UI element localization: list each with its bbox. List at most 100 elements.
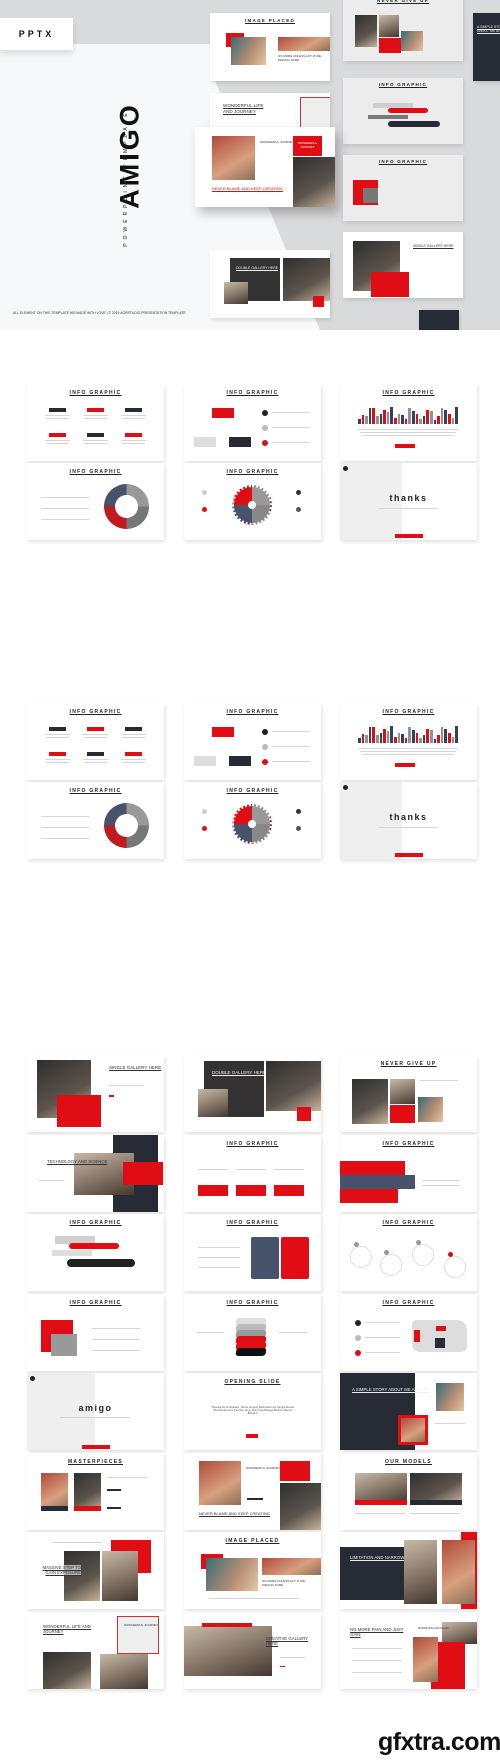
timeline-bar (340, 1160, 405, 1175)
slide-11: INFO GRAPHIC (340, 1293, 477, 1371)
label-bar (410, 1499, 462, 1505)
preview-never-give-up: NEVER GIVE UP (343, 0, 463, 61)
preview-image-placed: IMAGE PLACED NO MORE UNLESS ACT IZ WE MA… (210, 13, 330, 81)
red-badge (297, 1107, 311, 1121)
preview-infographic-layers: INFO GRAPHIC (343, 78, 463, 144)
bullet-icon (262, 440, 268, 446)
bar (376, 416, 379, 424)
bar (394, 417, 397, 424)
slide-title: INFO GRAPHIC (69, 709, 122, 715)
bar (383, 409, 386, 424)
photo (442, 1540, 475, 1604)
bar (433, 420, 437, 424)
bar (372, 408, 375, 424)
text-line (84, 418, 107, 419)
bullet-icon (262, 425, 268, 431)
red-block (379, 38, 401, 53)
dash (109, 1095, 114, 1097)
slide-7: INFO GRAPHIC (184, 1214, 321, 1291)
bar (361, 733, 365, 743)
bar (451, 736, 455, 743)
slide-20: LIMITATION AND NARROW ANGLE (340, 1532, 477, 1609)
text-line (352, 1671, 402, 1673)
side-title: WONDERFUL JOURNEY (246, 1465, 281, 1470)
bar (412, 730, 415, 743)
text-line (92, 1349, 140, 1351)
photo (401, 31, 423, 51)
slide-options-tree: INFO GRAPHIC (184, 703, 321, 780)
bar (419, 737, 422, 743)
bar (444, 728, 447, 743)
slide-puzzle-ring: INFO GRAPHIC (27, 782, 164, 859)
text-line (41, 838, 89, 839)
photo (442, 1621, 477, 1644)
text-line (83, 734, 108, 735)
option-label (87, 433, 104, 437)
text-line (236, 1168, 266, 1170)
side-title: WONDERFUL JOURNEY (124, 1622, 159, 1627)
slide-gear: INFO GRAPHIC (184, 782, 321, 859)
text-line (378, 827, 438, 828)
red-badge (123, 1161, 163, 1185)
photo (102, 1551, 138, 1601)
preview-infographic-cube: INFO GRAPHIC (343, 155, 463, 221)
photo (401, 1418, 425, 1442)
bar (408, 408, 411, 424)
text-line (121, 759, 146, 760)
red-badge (57, 1095, 101, 1127)
bar (455, 407, 458, 424)
bar (437, 416, 440, 424)
slide-17: OUR MODELS (340, 1452, 477, 1530)
text-line (352, 1647, 402, 1649)
button (107, 1506, 121, 1509)
icon (202, 507, 207, 512)
bar (412, 411, 415, 424)
slide-title: INFO GRAPHIC (69, 788, 122, 794)
text-line (365, 1351, 400, 1353)
slide-title: WONDERFUL LIFE AND JOURNEY (43, 1623, 91, 1634)
text-line (272, 746, 310, 747)
bar (426, 728, 429, 743)
gear-hole (248, 820, 256, 828)
text-line (84, 762, 107, 763)
cta-button (395, 763, 415, 767)
circle (412, 1244, 434, 1266)
preview-title: INFO GRAPHIC (378, 159, 428, 164)
photo (184, 1625, 272, 1676)
preview-title: WONDERFUL LIFE AND JOURNEY (223, 103, 264, 114)
bar (455, 726, 458, 743)
photo (224, 282, 248, 304)
slide-title: INFO GRAPHIC (226, 1220, 279, 1226)
option-box (212, 408, 234, 418)
option-box (229, 437, 251, 447)
photo (64, 1551, 100, 1601)
text-line (41, 497, 89, 498)
icon (202, 809, 207, 814)
text-line (121, 415, 146, 416)
photo (231, 37, 266, 65)
photo (198, 1089, 228, 1117)
slide-18: MASSIVE STEP TO GAIN EXPOSURE (27, 1532, 164, 1609)
slide-title: MASSIVE STEP TO GAIN EXPOSURE (41, 1565, 81, 1576)
text-line (420, 1080, 458, 1081)
slide-21: WONDERFUL LIFE AND JOURNEY WONDERFUL JOUR… (27, 1611, 164, 1689)
timeline-bar (340, 1174, 415, 1189)
option-label (49, 727, 66, 731)
layer (388, 108, 428, 113)
slide-title: NEVER BLAME AND KEEP CREATING (199, 1510, 270, 1516)
text-line (45, 734, 70, 735)
state (414, 1329, 420, 1342)
text-line (378, 508, 438, 509)
text-line (84, 737, 107, 738)
preview-title: DOUBLE GALLERY HERE (236, 266, 279, 270)
option-label (125, 727, 142, 731)
text-line (122, 443, 145, 444)
bar (376, 735, 379, 743)
photo (413, 1636, 438, 1682)
icon (296, 490, 301, 495)
bar (433, 739, 437, 743)
preview-title: IMAGE PLACED (244, 18, 296, 23)
bar (394, 736, 397, 743)
text-line (198, 1168, 228, 1170)
photo (100, 1653, 148, 1689)
